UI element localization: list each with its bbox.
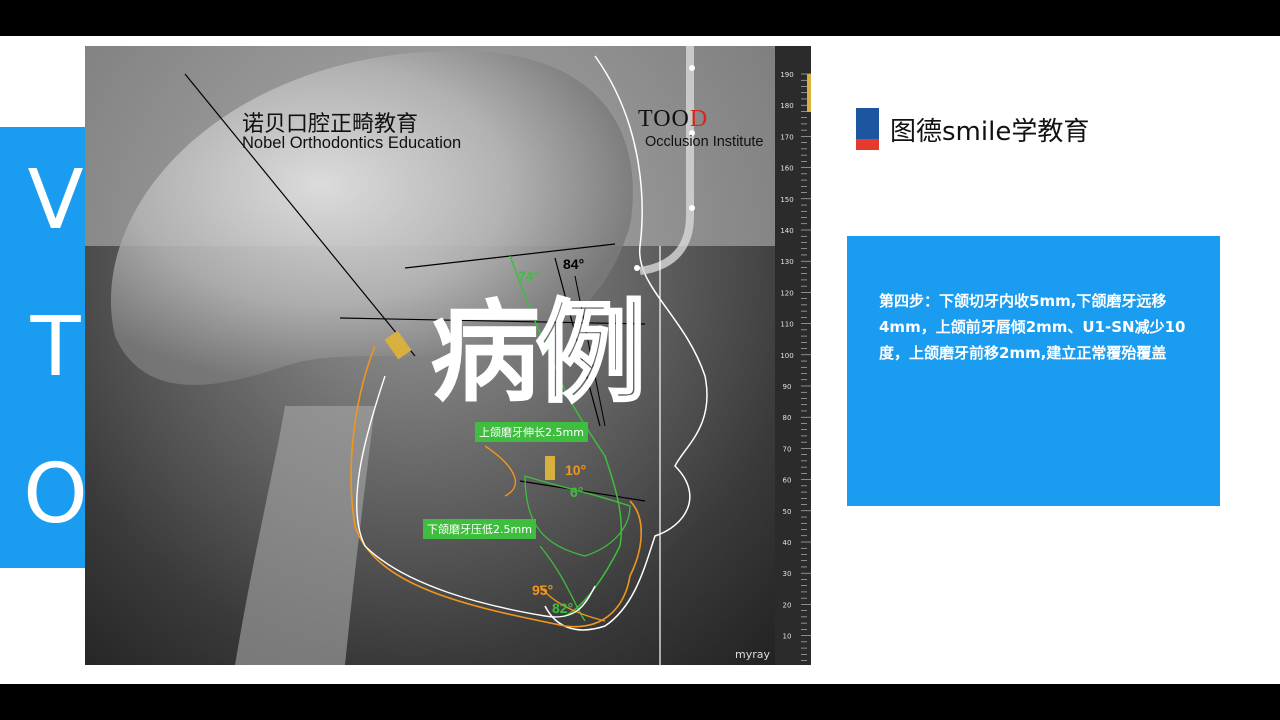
ruler-tick-label: 60: [783, 477, 792, 485]
angle-label-84: 84°: [563, 256, 585, 272]
angle-label-6: 6°: [570, 484, 584, 500]
myray-brand-mark: myray: [735, 648, 770, 661]
bottom-letterbox-bar: [0, 684, 1280, 720]
ruler-tick-label: 20: [783, 601, 792, 609]
holder-marker-dot: [689, 205, 695, 211]
ruler-tick-label: 130: [780, 258, 793, 266]
top-letterbox-bar: [0, 0, 1280, 36]
ruler-gold-marker: [807, 74, 811, 112]
watermark-outline-char: 例: [535, 289, 648, 417]
ruler-tick-label: 100: [780, 352, 793, 360]
ruler-tick-label: 120: [780, 289, 793, 297]
vto-letter-t: T: [30, 299, 81, 395]
holder-marker-dot: [634, 265, 640, 271]
angle-label-95: 95°: [532, 582, 554, 598]
ruler-tick-label: 50: [783, 508, 792, 516]
orange-tracing-line: [484, 445, 517, 497]
holder-marker-dot: [689, 65, 695, 71]
ruler-tick-label: 40: [783, 539, 792, 547]
tood-suffix: D: [689, 106, 709, 132]
ruler-tick-label: 10: [783, 633, 792, 641]
vto-letter-o: O: [23, 446, 88, 542]
ruler-tick-label: 140: [780, 227, 793, 235]
angle-label-10: 10°: [565, 462, 587, 478]
tood-prefix: TOO: [638, 106, 690, 132]
cervical-spine: [235, 406, 375, 665]
gold-ruler-marker: [545, 456, 555, 480]
angle-label-82: 82°: [552, 600, 574, 616]
ruler-tick-label: 90: [783, 383, 792, 391]
brand-name: 图德smile学教育: [890, 116, 1090, 147]
ruler-tick-label: 70: [783, 445, 792, 453]
cephalometric-xray-image: 190 180 170 160 150 140 130 120 110 100 90 80 70 60 50…: [85, 46, 811, 665]
ruler-tick-label: 80: [783, 414, 792, 422]
case-watermark: 病例: [430, 297, 648, 410]
ruler-tick-label: 30: [783, 570, 792, 578]
nobel-logo-en: Nobel Orthodontics Education: [242, 134, 462, 152]
watermark-fill-char: 病: [430, 289, 540, 417]
lower-molar-label: 下颌磨牙压低2.5mm: [423, 519, 536, 539]
ruler-tick-label: 150: [780, 196, 793, 204]
ruler-tick-label: 180: [780, 102, 793, 110]
angle-label-74: 74°: [518, 268, 540, 284]
tood-logo-name: TOOD: [638, 106, 708, 133]
ruler-tick-label: 110: [780, 321, 793, 329]
upper-molar-label: 上颌磨牙伸长2.5mm: [475, 422, 588, 442]
vto-letter-v: V: [27, 152, 84, 248]
ruler-tick-label: 160: [780, 165, 793, 173]
tude-brand: 图德smile学教育: [856, 108, 1089, 150]
ruler-tick-label: 190: [780, 71, 793, 79]
brand-color-mark: [856, 108, 879, 150]
step-description-box: 第四步：下颌切牙内收5mm,下颌磨牙远移4mm，上颌前牙唇倾2mm、U1-SN减…: [847, 236, 1220, 506]
step-description-text: 第四步：下颌切牙内收5mm,下颌磨牙远移4mm，上颌前牙唇倾2mm、U1-SN减…: [879, 292, 1186, 362]
tood-logo-subtitle: Occlusion Institute: [645, 134, 764, 150]
ruler-tick-label: 170: [780, 133, 793, 141]
